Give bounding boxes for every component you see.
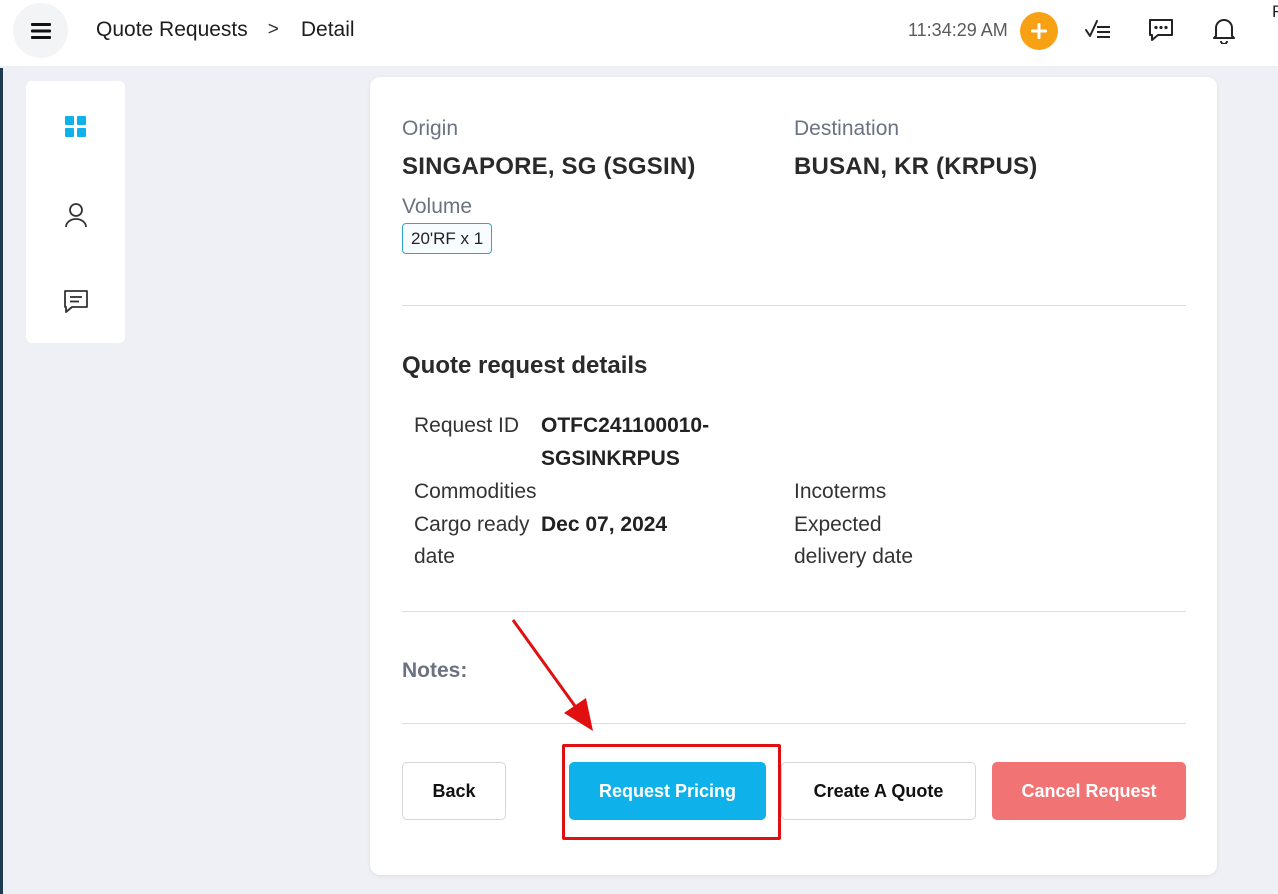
message-icon [63,290,88,313]
cargo-ready-label-line2: date [414,545,455,568]
user-icon [64,203,87,228]
cargo-ready-label-line1: Cargo ready [414,513,530,536]
quote-request-card: Origin SINGAPORE, SG (SGSIN) Destination… [370,77,1217,875]
breadcrumb-quote-requests[interactable]: Quote Requests [96,18,248,42]
cancel-request-button[interactable]: Cancel Request [992,762,1186,820]
request-id-value-line2: SGSINKRPUS [541,447,680,470]
details-title: Quote request details [402,352,648,379]
sidebar-item-dashboard[interactable] [26,107,125,147]
destination-label: Destination [794,117,900,140]
breadcrumb-separator: > [267,19,279,40]
expected-delivery-label-line2: delivery date [794,545,914,568]
expected-delivery-label-line1: Expected [794,513,882,536]
create-quote-button[interactable]: Create A Quote [781,762,976,820]
menu-icon [30,22,51,39]
breadcrumb-detail: Detail [300,18,355,41]
request-id-value-line1: OTFC241100010- [541,414,710,437]
annotation-arrow-icon [511,619,593,731]
volume-label: Volume [402,195,473,218]
divider-top [402,305,1186,306]
chat-icon [1149,19,1173,41]
destination-value: BUSAN, KR (KRPUS) [794,153,1038,180]
back-button[interactable]: Back [402,762,506,820]
sidebar [26,81,125,343]
dashboard-icon [64,116,86,137]
volume-badge: 20'RF x 1 [402,223,493,254]
sidebar-item-profile[interactable] [26,195,125,235]
notifications-button[interactable] [1209,15,1239,45]
breadcrumb: Quote Requests > Detail [96,18,355,42]
top-header: Quote Requests > Detail 11:34:29 AM F [0,0,1278,66]
request-id-label: Request ID [414,414,520,437]
tasks-button[interactable] [1083,15,1113,45]
notes-label: Notes: [402,659,468,682]
checklist-icon [1085,20,1110,38]
menu-button[interactable] [13,3,68,58]
bell-icon [1213,19,1235,44]
origin-label: Origin [402,117,459,140]
chat-button[interactable] [1146,15,1176,45]
annotation-highlight-box [562,744,781,840]
window-edge-strip [0,68,3,894]
plus-icon [1031,23,1047,39]
add-button[interactable] [1020,12,1058,50]
cargo-ready-value: Dec 07, 2024 [541,513,668,536]
incoterms-label: Incoterms [794,480,887,503]
sidebar-item-messages[interactable] [26,282,125,322]
clock-time: 11:34:29 AM [908,20,1008,40]
corner-text: F [1272,2,1278,21]
commodities-label: Commodities [414,480,537,503]
origin-value: SINGAPORE, SG (SGSIN) [402,153,696,180]
